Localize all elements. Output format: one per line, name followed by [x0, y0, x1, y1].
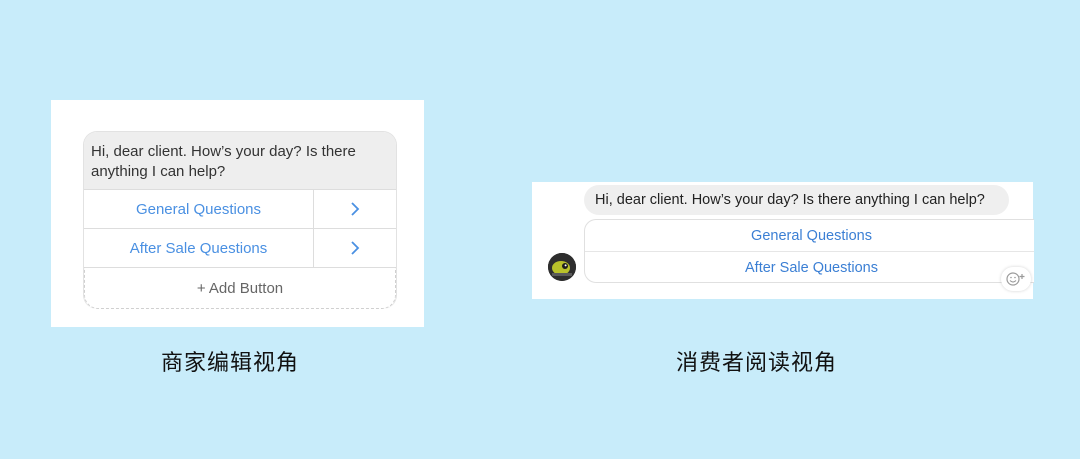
editor-message-text: Hi, dear client. How’s your day? Is ther… [84, 132, 396, 189]
reader-message-bubble: Hi, dear client. How’s your day? Is ther… [584, 185, 1009, 215]
avatar[interactable] [548, 253, 576, 281]
reader-after-sale-questions-button[interactable]: After Sale Questions [585, 251, 1034, 282]
editor-message-card: Hi, dear client. How’s your day? Is ther… [83, 131, 397, 309]
chevron-right-icon[interactable] [314, 229, 396, 267]
add-button[interactable]: + Add Button [84, 267, 396, 309]
reader-view-caption: 消费者阅读视角 [676, 351, 838, 376]
reader-preview-card: Hi, dear client. How’s your day? Is ther… [532, 182, 1034, 299]
general-questions-button[interactable]: General Questions [84, 190, 314, 228]
reader-button-group: General Questions After Sale Questions [584, 219, 1034, 283]
editor-button-row-general[interactable]: General Questions [84, 189, 396, 228]
after-sale-questions-button[interactable]: After Sale Questions [84, 229, 314, 267]
editor-view-caption: 商家编辑视角 [161, 351, 300, 376]
emoji-add-icon[interactable] [1001, 267, 1031, 291]
reader-general-questions-button[interactable]: General Questions [585, 220, 1034, 251]
editor-button-row-after-sale[interactable]: After Sale Questions [84, 228, 396, 267]
chevron-right-icon[interactable] [314, 190, 396, 228]
editor-preview-card: Hi, dear client. How’s your day? Is ther… [51, 100, 424, 327]
